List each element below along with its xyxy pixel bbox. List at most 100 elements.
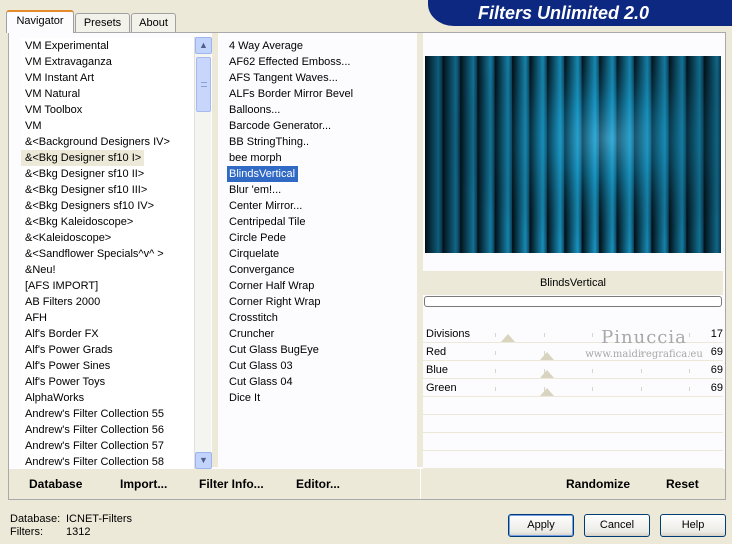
filter-item[interactable]: BlindsVertical — [227, 166, 299, 182]
reset-button[interactable]: Reset — [666, 475, 699, 493]
slider-value: 69 — [710, 382, 723, 394]
category-item[interactable]: Alf's Power Toys — [21, 374, 108, 390]
category-item[interactable]: &<Bkg Designers sf10 IV> — [21, 198, 157, 214]
filter-item[interactable]: AFS Tangent Waves... — [227, 70, 341, 86]
slider-track[interactable] — [495, 343, 690, 361]
slider-group: Divisions 17 Red 69 Blue 69 Green 69 — [423, 325, 723, 469]
filter-item[interactable]: 4 Way Average — [227, 38, 306, 54]
slider-label: Divisions — [426, 328, 471, 340]
help-button[interactable]: Help — [660, 514, 726, 537]
slider-thumb[interactable] — [540, 388, 555, 396]
category-item[interactable]: Alf's Power Sines — [21, 358, 113, 374]
filter-item[interactable]: Convergance — [227, 262, 297, 278]
randomize-label: Randomize — [566, 477, 631, 491]
filter-info-button[interactable]: Filter Info... — [199, 475, 264, 493]
preview-filter-name: BlindsVertical — [423, 271, 723, 295]
category-item[interactable]: Alf's Power Grads — [21, 342, 116, 358]
category-item[interactable]: &<Kaleidoscope> — [21, 230, 114, 246]
filter-item[interactable]: Cut Glass 04 — [227, 374, 296, 390]
filter-item[interactable]: Cut Glass BugEye — [227, 342, 322, 358]
filter-item[interactable]: Crosstitch — [227, 310, 281, 326]
filters-count-label: Filters: — [10, 526, 43, 538]
scroll-down-arrow-icon[interactable]: ▼ — [195, 452, 212, 469]
database-button[interactable]: Database — [29, 475, 82, 493]
filter-item[interactable]: Cirquelate — [227, 246, 282, 262]
slider-thumb[interactable] — [540, 370, 555, 378]
category-item[interactable]: VM Extravaganza — [21, 54, 115, 70]
category-item[interactable]: AlphaWorks — [21, 390, 87, 406]
reset-label: Reset — [666, 477, 699, 491]
category-list[interactable]: VM Experimental VM Extravaganza VM Instant… — [21, 38, 199, 470]
randomize-button[interactable]: Randomize — [566, 475, 630, 493]
filter-item[interactable]: Center Mirror... — [227, 198, 305, 214]
category-item[interactable]: Andrew's Filter Collection 55 — [21, 406, 167, 422]
category-item[interactable]: VM — [21, 118, 45, 134]
empty-setting-row — [423, 451, 723, 469]
tab-navigator[interactable]: Navigator — [6, 10, 74, 33]
slider-thumb[interactable] — [500, 334, 515, 342]
filter-item[interactable]: Centripedal Tile — [227, 214, 308, 230]
filter-item[interactable]: Barcode Generator... — [227, 118, 334, 134]
category-item[interactable]: AB Filters 2000 — [21, 294, 103, 310]
tab-presets[interactable]: Presets — [75, 13, 130, 33]
filter-item[interactable]: AF62 Effected Emboss... — [227, 54, 353, 70]
slider-track[interactable] — [495, 325, 690, 343]
empty-setting-row — [423, 397, 723, 415]
filter-item[interactable]: Blur 'em!... — [227, 182, 284, 198]
filter-item[interactable]: Cruncher — [227, 326, 277, 342]
scroll-up-arrow-icon[interactable]: ▲ — [195, 37, 212, 54]
slider-label: Red — [426, 346, 447, 358]
filter-item[interactable]: Corner Half Wrap — [227, 278, 317, 294]
category-item[interactable]: &Neu! — [21, 262, 59, 278]
slider-track[interactable] — [495, 361, 690, 379]
category-item[interactable]: AFH — [21, 310, 50, 326]
filter-list[interactable]: 4 Way Average AF62 Effected Emboss... AFS … — [227, 38, 413, 470]
category-item[interactable]: VM Instant Art — [21, 70, 97, 86]
filter-item[interactable]: Balloons... — [227, 102, 283, 118]
database-info: Database: ICNET-Filters Filters: 1312 — [10, 513, 132, 539]
database-info-value: ICNET-Filters — [66, 513, 132, 525]
empty-setting-row — [423, 415, 723, 433]
slider-row-divisions: Divisions 17 — [423, 325, 723, 343]
tab-about[interactable]: About — [131, 13, 176, 33]
category-item[interactable]: Alf's Border FX — [21, 326, 102, 342]
filter-settings: BlindsVertical Divisions 17 Red 69 Blue 69 Gre… — [423, 33, 726, 469]
filter-item[interactable]: Cut Glass 03 — [227, 358, 296, 374]
category-item[interactable]: VM Natural — [21, 86, 83, 102]
slider-row-red: Red 69 — [423, 343, 723, 361]
filter-item[interactable]: bee morph — [227, 150, 285, 166]
category-item[interactable]: &<Bkg Designer sf10 I> — [21, 150, 145, 166]
apply-button[interactable]: Apply — [508, 514, 574, 537]
filter-item[interactable]: Corner Right Wrap — [227, 294, 324, 310]
category-item[interactable]: &<Bkg Designer sf10 III> — [21, 182, 150, 198]
filter-item[interactable]: ALFs Border Mirror Bevel — [227, 86, 356, 102]
filter-item[interactable]: Circle Pede — [227, 230, 289, 246]
slider-row-blue: Blue 69 — [423, 361, 723, 379]
slider-value: 17 — [710, 328, 723, 340]
category-item[interactable]: Andrew's Filter Collection 57 — [21, 438, 167, 454]
category-item[interactable]: &<Bkg Designer sf10 II> — [21, 166, 147, 182]
navigator-panel: VM Experimental VM Extravaganza VM Instant… — [8, 32, 726, 500]
filters-count-value: 1312 — [66, 526, 91, 538]
category-item[interactable]: [AFS IMPORT] — [21, 278, 101, 294]
slider-thumb[interactable] — [540, 352, 555, 360]
category-item[interactable]: &<Sandflower Specials^v^ > — [21, 246, 167, 262]
scrollbar-thumb[interactable] — [196, 57, 211, 112]
filter-item[interactable]: Dice It — [227, 390, 263, 406]
editor-label: Editor... — [296, 477, 341, 491]
editor-button[interactable]: Editor... — [296, 475, 340, 493]
empty-setting-row — [423, 433, 723, 451]
import-button[interactable]: Import... — [120, 475, 167, 493]
filter-item[interactable]: BB StringThing.. — [227, 134, 312, 150]
app-title-banner: Filters Unlimited 2.0 — [428, 0, 732, 26]
category-scrollbar[interactable]: ▲ ▼ — [194, 37, 212, 469]
category-item[interactable]: VM Experimental — [21, 38, 112, 54]
cancel-button[interactable]: Cancel — [584, 514, 650, 537]
category-item[interactable]: VM Toolbox — [21, 102, 85, 118]
slider-track[interactable] — [495, 379, 690, 397]
category-item[interactable]: &<Bkg Kaleidoscope> — [21, 214, 136, 230]
category-item[interactable]: &<Background Designers IV> — [21, 134, 173, 150]
category-item[interactable]: Andrew's Filter Collection 58 — [21, 454, 167, 470]
category-item[interactable]: Andrew's Filter Collection 56 — [21, 422, 167, 438]
slider-label: Blue — [426, 364, 449, 376]
